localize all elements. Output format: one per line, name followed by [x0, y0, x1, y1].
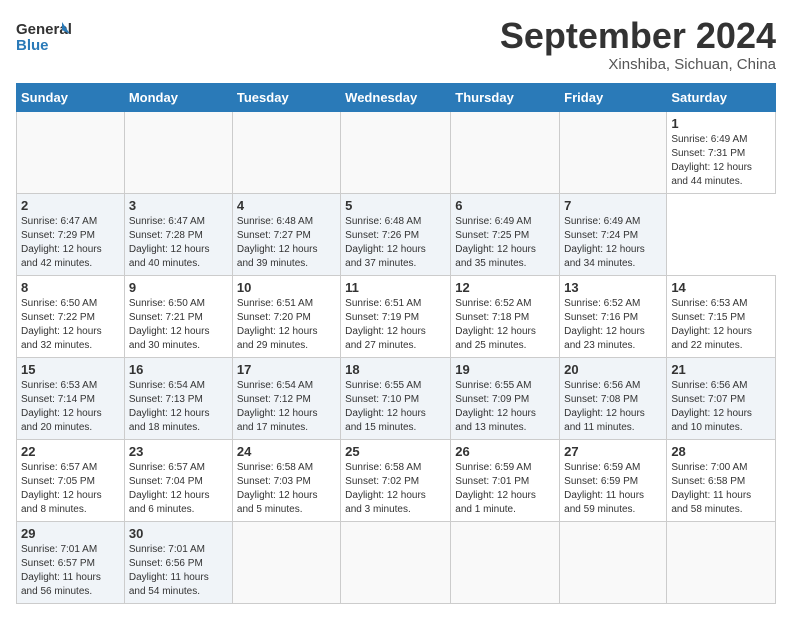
calendar-day-cell: 30Sunrise: 7:01 AMSunset: 6:56 PMDayligh… [124, 521, 232, 603]
calendar-day-cell [232, 521, 340, 603]
weekday-header: Tuesday [232, 83, 340, 111]
calendar-day-cell: 26Sunrise: 6:59 AMSunset: 7:01 PMDayligh… [451, 439, 560, 521]
calendar-week-row: 22Sunrise: 6:57 AMSunset: 7:05 PMDayligh… [17, 439, 776, 521]
calendar-table: SundayMondayTuesdayWednesdayThursdayFrid… [16, 83, 776, 604]
calendar-day-cell [451, 111, 560, 193]
calendar-day-cell [667, 521, 776, 603]
calendar-week-row: 8Sunrise: 6:50 AMSunset: 7:22 PMDaylight… [17, 275, 776, 357]
weekday-header: Friday [560, 83, 667, 111]
weekday-header: Sunday [17, 83, 125, 111]
calendar-day-cell: 4Sunrise: 6:48 AMSunset: 7:27 PMDaylight… [232, 193, 340, 275]
calendar-day-cell: 23Sunrise: 6:57 AMSunset: 7:04 PMDayligh… [124, 439, 232, 521]
calendar-day-cell: 14Sunrise: 6:53 AMSunset: 7:15 PMDayligh… [667, 275, 776, 357]
calendar-day-cell [124, 111, 232, 193]
calendar-day-cell: 11Sunrise: 6:51 AMSunset: 7:19 PMDayligh… [341, 275, 451, 357]
calendar-day-cell: 16Sunrise: 6:54 AMSunset: 7:13 PMDayligh… [124, 357, 232, 439]
calendar-day-cell: 13Sunrise: 6:52 AMSunset: 7:16 PMDayligh… [560, 275, 667, 357]
weekday-header: Wednesday [341, 83, 451, 111]
calendar-day-cell: 10Sunrise: 6:51 AMSunset: 7:20 PMDayligh… [232, 275, 340, 357]
month-title: September 2024 [500, 16, 776, 56]
calendar-day-cell: 12Sunrise: 6:52 AMSunset: 7:18 PMDayligh… [451, 275, 560, 357]
calendar-day-cell: 3Sunrise: 6:47 AMSunset: 7:28 PMDaylight… [124, 193, 232, 275]
calendar-day-cell: 27Sunrise: 6:59 AMSunset: 6:59 PMDayligh… [560, 439, 667, 521]
calendar-day-cell [232, 111, 340, 193]
svg-text:Blue: Blue [16, 37, 49, 54]
calendar-day-cell: 17Sunrise: 6:54 AMSunset: 7:12 PMDayligh… [232, 357, 340, 439]
calendar-day-cell: 25Sunrise: 6:58 AMSunset: 7:02 PMDayligh… [341, 439, 451, 521]
weekday-header: Saturday [667, 83, 776, 111]
calendar-day-cell: 9Sunrise: 6:50 AMSunset: 7:21 PMDaylight… [124, 275, 232, 357]
calendar-day-cell [341, 111, 451, 193]
calendar-day-cell: 7Sunrise: 6:49 AMSunset: 7:24 PMDaylight… [560, 193, 667, 275]
calendar-day-cell: 28Sunrise: 7:00 AMSunset: 6:58 PMDayligh… [667, 439, 776, 521]
calendar-day-cell: 18Sunrise: 6:55 AMSunset: 7:10 PMDayligh… [341, 357, 451, 439]
calendar-week-row: 1Sunrise: 6:49 AMSunset: 7:31 PMDaylight… [17, 111, 776, 193]
calendar-week-row: 15Sunrise: 6:53 AMSunset: 7:14 PMDayligh… [17, 357, 776, 439]
calendar-day-cell: 21Sunrise: 6:56 AMSunset: 7:07 PMDayligh… [667, 357, 776, 439]
calendar-day-cell: 24Sunrise: 6:58 AMSunset: 7:03 PMDayligh… [232, 439, 340, 521]
calendar-day-cell: 15Sunrise: 6:53 AMSunset: 7:14 PMDayligh… [17, 357, 125, 439]
calendar-day-cell [451, 521, 560, 603]
calendar-day-cell [341, 521, 451, 603]
calendar-day-cell: 6Sunrise: 6:49 AMSunset: 7:25 PMDaylight… [451, 193, 560, 275]
weekday-header: Monday [124, 83, 232, 111]
calendar-day-cell: 20Sunrise: 6:56 AMSunset: 7:08 PMDayligh… [560, 357, 667, 439]
logo-svg: General Blue [16, 16, 76, 60]
calendar-day-cell [560, 111, 667, 193]
calendar-day-cell: 1Sunrise: 6:49 AMSunset: 7:31 PMDaylight… [667, 111, 776, 193]
calendar-week-row: 2Sunrise: 6:47 AMSunset: 7:29 PMDaylight… [17, 193, 776, 275]
title-block: September 2024 Xinshiba, Sichuan, China [500, 16, 776, 73]
page-header: General Blue September 2024 Xinshiba, Si… [16, 16, 776, 73]
calendar-day-cell: 19Sunrise: 6:55 AMSunset: 7:09 PMDayligh… [451, 357, 560, 439]
calendar-day-cell: 22Sunrise: 6:57 AMSunset: 7:05 PMDayligh… [17, 439, 125, 521]
calendar-day-cell [560, 521, 667, 603]
calendar-day-cell: 29Sunrise: 7:01 AMSunset: 6:57 PMDayligh… [17, 521, 125, 603]
calendar-day-cell: 8Sunrise: 6:50 AMSunset: 7:22 PMDaylight… [17, 275, 125, 357]
calendar-day-cell [17, 111, 125, 193]
calendar-day-cell: 5Sunrise: 6:48 AMSunset: 7:26 PMDaylight… [341, 193, 451, 275]
calendar-day-cell: 2Sunrise: 6:47 AMSunset: 7:29 PMDaylight… [17, 193, 125, 275]
calendar-week-row: 29Sunrise: 7:01 AMSunset: 6:57 PMDayligh… [17, 521, 776, 603]
location-subtitle: Xinshiba, Sichuan, China [500, 56, 776, 73]
weekday-header: Thursday [451, 83, 560, 111]
logo: General Blue [16, 16, 76, 60]
